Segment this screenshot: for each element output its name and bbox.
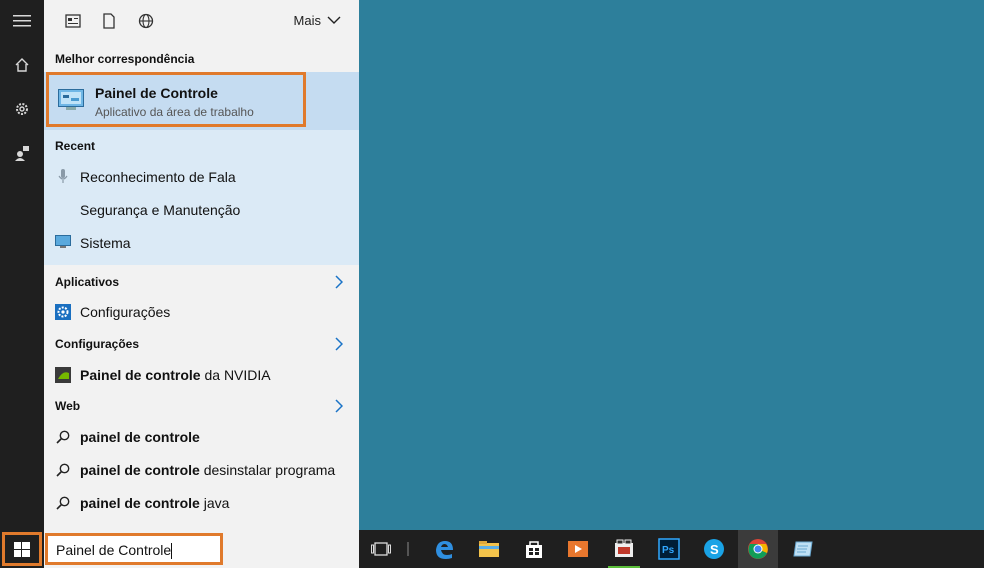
section-apps: Aplicativos [55, 275, 120, 289]
chevron-right-icon[interactable] [335, 337, 345, 351]
start-rail [0, 0, 44, 530]
gear-icon[interactable] [10, 97, 34, 121]
media-player-icon[interactable] [565, 536, 591, 562]
task-view-icon[interactable] [368, 536, 394, 562]
chevron-right-icon[interactable] [335, 275, 345, 289]
system-icon [54, 233, 72, 251]
search-icon [54, 494, 72, 512]
recent-item-label: Sistema [80, 235, 131, 251]
nvidia-icon [54, 366, 72, 384]
apps-filter-icon[interactable] [64, 12, 82, 30]
photoshop-icon[interactable]: Ps [656, 536, 682, 562]
recent-item-label: Segurança e Manutenção [80, 202, 241, 218]
search-icon [54, 428, 72, 446]
hamburger-icon[interactable] [10, 9, 34, 33]
video-editor-icon[interactable] [611, 536, 637, 562]
more-filters-button[interactable]: Mais [294, 13, 341, 28]
start-button[interactable] [0, 530, 44, 568]
svg-text:Ps: Ps [662, 545, 675, 556]
home-icon[interactable] [10, 53, 34, 77]
search-box[interactable]: Painel de Controle [45, 533, 223, 565]
notepad-icon[interactable] [790, 536, 816, 562]
svg-text:S: S [710, 542, 719, 557]
skype-icon[interactable]: S [701, 536, 727, 562]
web-filter-icon[interactable] [137, 12, 155, 30]
search-results-panel: Mais Melhor correspondência Painel de Co… [44, 0, 359, 530]
edge-icon[interactable] [431, 536, 457, 562]
web-item-label: painel de controle java [80, 495, 230, 511]
best-match-title: Painel de Controle [95, 85, 218, 101]
feedback-icon[interactable] [10, 141, 34, 165]
text-caret [171, 543, 173, 560]
section-best-match: Melhor correspondência [55, 52, 195, 66]
search-bar: Painel de Controle [44, 530, 359, 568]
control-panel-icon [58, 89, 84, 111]
web-item-label: painel de controle desinstalar programa [80, 462, 336, 478]
documents-filter-icon[interactable] [100, 12, 118, 30]
taskbar-separator [407, 542, 409, 556]
filter-bar: Mais [44, 0, 359, 42]
section-web: Web [55, 399, 81, 413]
settings-item-label: Painel de controle da NVIDIA [80, 367, 271, 383]
taskbar: Ps S [359, 530, 984, 568]
settings-gear-icon [54, 303, 72, 321]
search-input[interactable]: Painel de Controle [56, 542, 216, 560]
best-match-subtitle: Aplicativo da área de trabalho [95, 105, 254, 119]
store-icon[interactable] [521, 536, 547, 562]
web-item-label: painel de controle [80, 429, 200, 445]
microphone-icon [54, 167, 72, 185]
chevron-right-icon[interactable] [335, 399, 345, 413]
best-match-item[interactable]: Painel de Controle Aplicativo da área de… [44, 72, 359, 130]
recent-section: Recent Reconhecimento de Fala Segurança … [44, 130, 359, 265]
app-item-label: Configurações [80, 304, 171, 320]
search-icon [54, 461, 72, 479]
section-recent: Recent [55, 139, 96, 153]
section-settings: Configurações [55, 337, 140, 351]
more-filters-label: Mais [293, 13, 321, 28]
file-explorer-icon[interactable] [476, 536, 502, 562]
chevron-down-icon [327, 16, 341, 24]
windows-logo-icon [14, 542, 30, 557]
chrome-icon[interactable] [745, 536, 771, 562]
recent-item-label: Reconhecimento de Fala [80, 169, 236, 185]
